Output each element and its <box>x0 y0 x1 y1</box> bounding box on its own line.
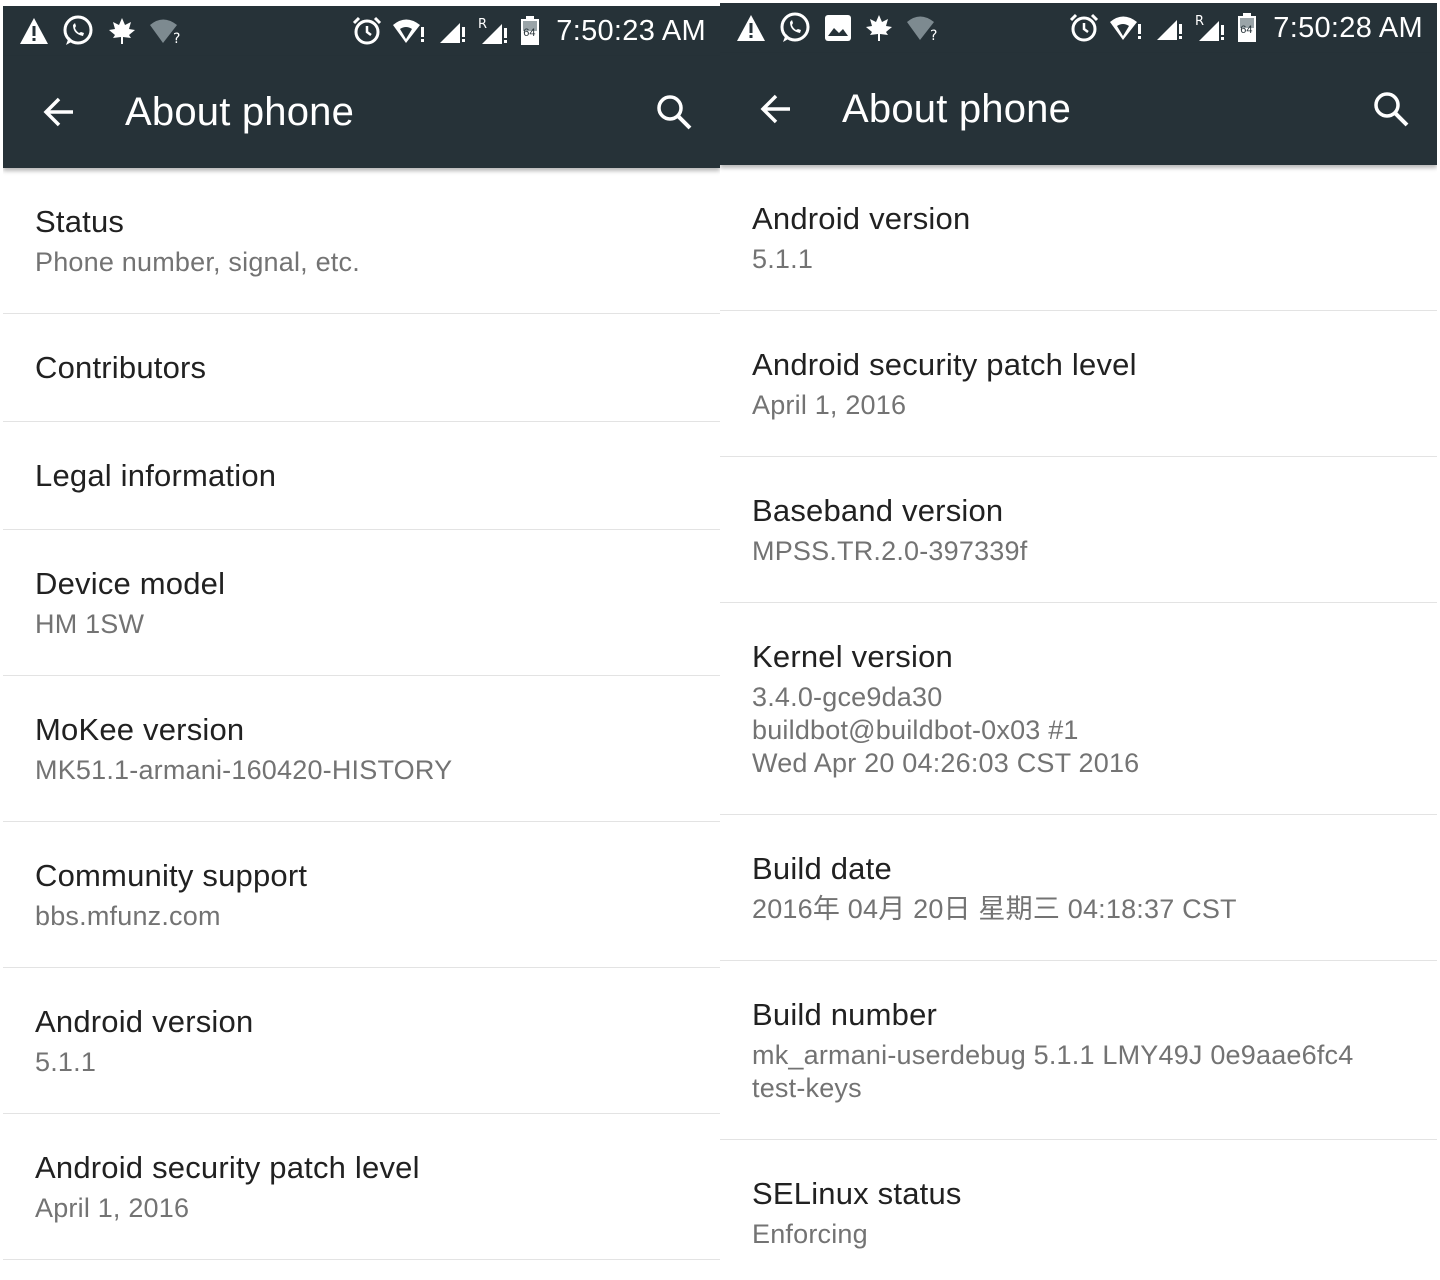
wifi-alert-icon <box>392 17 428 45</box>
whatsapp-icon <box>778 11 812 45</box>
app-bar: About phone <box>3 56 720 168</box>
battery-level-label: 64 <box>523 27 536 39</box>
wifi-alert-icon <box>1109 14 1145 42</box>
pref-summary: 5.1.1 <box>752 244 814 274</box>
pref-summary: MK51.1-armani-160420-HISTORY <box>35 755 453 785</box>
page-title: About phone <box>842 86 1072 131</box>
battery-icon: 64 <box>520 16 540 46</box>
pref-android-version[interactable]: Android version 5.1.1 <box>3 968 720 1114</box>
search-icon <box>1374 92 1409 127</box>
pref-security-patch-level[interactable]: Android security patch level April 1, 20… <box>720 311 1437 457</box>
wifi-unknown-icon: ? <box>149 17 183 45</box>
pref-summary: April 1, 2016 <box>752 390 907 420</box>
pref-legal-information[interactable]: Legal information <box>3 422 720 530</box>
svg-text:?: ? <box>930 28 937 42</box>
pref-mokee-version[interactable]: MoKee version MK51.1-armani-160420-HISTO… <box>3 676 720 822</box>
pref-title: Community support <box>35 858 308 893</box>
pref-title: Android security patch level <box>35 1150 420 1185</box>
svg-text:?: ? <box>173 31 180 45</box>
pref-kernel-version[interactable]: Kernel version 3.4.0-gce9da30 buildbot@b… <box>720 603 1437 815</box>
pref-title: Legal information <box>35 457 277 493</box>
pref-title: Kernel version <box>752 639 953 674</box>
pref-summary: Phone number, signal, etc. <box>35 247 360 277</box>
leaf-icon <box>107 16 137 46</box>
back-button[interactable] <box>744 77 808 141</box>
alarm-icon <box>1069 13 1099 43</box>
warning-icon <box>736 14 766 42</box>
pref-build-date[interactable]: Build date 2016年 04月 20日 星期三 04:18:37 CS… <box>720 815 1437 961</box>
arrow-back-icon <box>760 94 790 124</box>
signal-roaming-icon: R <box>478 16 510 46</box>
search-icon <box>657 95 692 130</box>
status-time: 7:50:23 AM <box>556 14 706 47</box>
pref-selinux-status[interactable]: SELinux status Enforcing <box>720 1140 1437 1280</box>
signal-icon <box>438 17 468 45</box>
pref-summary: 5.1.1 <box>35 1047 97 1077</box>
pref-title: SELinux status <box>752 1176 962 1211</box>
pref-title: Contributors <box>35 349 207 385</box>
svg-text:R: R <box>1195 14 1204 29</box>
signal-icon <box>1155 14 1185 42</box>
status-bar: ? R 64 7:50:23 AM <box>3 6 720 56</box>
pref-title: Baseband version <box>752 493 1004 528</box>
pref-title: Build date <box>752 851 892 886</box>
pref-summary: HM 1SW <box>35 609 145 639</box>
pref-title: Status <box>35 204 125 239</box>
signal-roaming-icon: R <box>1195 13 1227 43</box>
alarm-icon <box>352 16 382 46</box>
pref-baseband-version[interactable]: Baseband version MPSS.TR.2.0-397339f <box>720 457 1437 603</box>
pref-title: Device model <box>35 566 226 601</box>
pref-summary: bbs.mfunz.com <box>35 901 221 931</box>
pref-summary: 2016年 04月 20日 星期三 04:18:37 CST <box>752 894 1237 924</box>
pref-summary: 3.4.0-gce9da30 buildbot@buildbot-0x03 #1… <box>752 682 1140 778</box>
pref-title: Android version <box>752 201 971 236</box>
whatsapp-icon <box>61 14 95 48</box>
pref-build-number[interactable]: Build number mk_armani-userdebug 5.1.1 L… <box>720 961 1437 1140</box>
pref-summary: mk_armani-userdebug 5.1.1 LMY49J 0e9aae6… <box>752 1040 1354 1103</box>
pref-security-patch-level[interactable]: Android security patch level April 1, 20… <box>3 1114 720 1260</box>
svg-text:R: R <box>478 17 487 32</box>
pref-title: Android version <box>35 1004 254 1039</box>
warning-icon <box>19 17 49 45</box>
pref-title: Build number <box>752 997 938 1032</box>
pref-summary: April 1, 2016 <box>35 1193 190 1223</box>
pref-community-support[interactable]: Community support bbs.mfunz.com <box>3 822 720 968</box>
preference-list: Status Phone number, signal, etc. Contri… <box>3 168 720 1260</box>
page-title: About phone <box>125 89 355 134</box>
pref-contributors[interactable]: Contributors <box>3 314 720 422</box>
preference-list: Android version 5.1.1 Android security p… <box>720 165 1437 1280</box>
image-icon <box>824 14 852 42</box>
pref-summary: Enforcing <box>752 1219 868 1249</box>
pref-title: Android security patch level <box>752 347 1137 382</box>
app-bar: About phone <box>720 53 1437 165</box>
status-bar: ? R 64 7:50:28 AM <box>720 3 1437 53</box>
pref-summary: MPSS.TR.2.0-397339f <box>752 536 1028 566</box>
back-button[interactable] <box>27 80 91 144</box>
pref-status[interactable]: Status Phone number, signal, etc. <box>3 168 720 314</box>
status-time: 7:50:28 AM <box>1273 11 1423 44</box>
search-button[interactable] <box>642 80 706 144</box>
search-button[interactable] <box>1359 77 1423 141</box>
pref-android-version[interactable]: Android version 5.1.1 <box>720 165 1437 311</box>
wifi-unknown-icon: ? <box>906 14 940 42</box>
leaf-icon <box>864 13 894 43</box>
pref-device-model[interactable]: Device model HM 1SW <box>3 530 720 676</box>
battery-icon: 64 <box>1237 13 1257 43</box>
left-screen: ? R 64 7:50:23 AM About phone Status Pho… <box>3 0 720 1280</box>
battery-level-label: 64 <box>1240 24 1253 36</box>
right-screen: ? R 64 7:50:28 AM About phone Android ve… <box>720 0 1437 1280</box>
pref-title: MoKee version <box>35 712 245 747</box>
arrow-back-icon <box>43 97 73 127</box>
